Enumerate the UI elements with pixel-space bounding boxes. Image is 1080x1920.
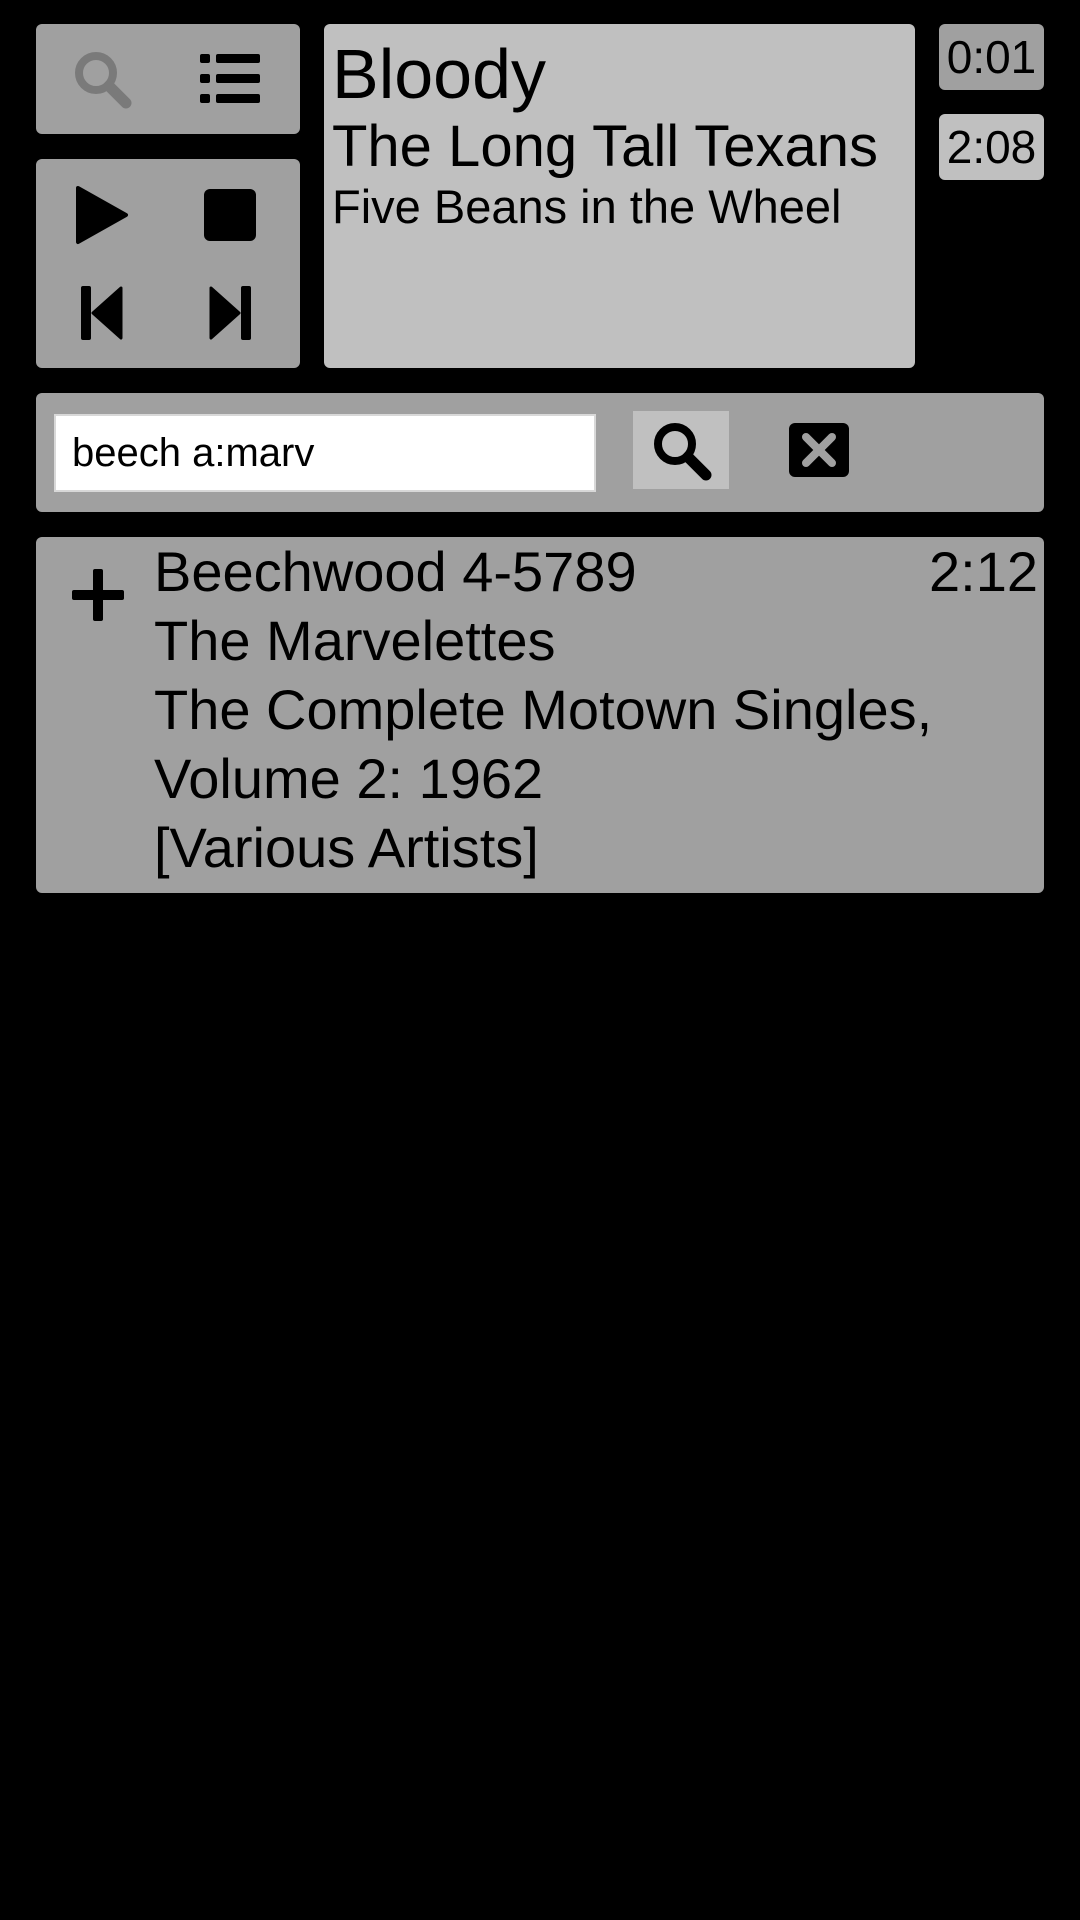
- view-switcher: [36, 24, 300, 134]
- result-artist: The Marvelettes: [154, 609, 556, 672]
- search-icon: [75, 52, 132, 109]
- skip-previous-icon: [81, 286, 123, 340]
- play-button[interactable]: [58, 171, 146, 259]
- stop-button[interactable]: [186, 171, 274, 259]
- transport-controls: [36, 159, 300, 368]
- stop-icon: [204, 189, 256, 241]
- result-duration: 2:12: [929, 540, 1038, 603]
- search-icon: [654, 423, 712, 481]
- result-album-line: The Complete Motown Singles,: [154, 678, 933, 741]
- skip-next-icon: [209, 286, 251, 340]
- track-duration: 2:08: [939, 114, 1044, 180]
- result-title: Beechwood 4-5789: [154, 540, 637, 603]
- previous-track-button[interactable]: [58, 269, 146, 357]
- now-playing-panel: Bloody The Long Tall Texans Five Beans i…: [324, 24, 915, 368]
- next-track-button[interactable]: [186, 269, 274, 357]
- playlist-view-button[interactable]: [186, 39, 274, 119]
- search-submit-button[interactable]: [633, 411, 729, 489]
- clear-search-button[interactable]: [771, 411, 867, 489]
- close-box-icon: [789, 423, 849, 477]
- now-playing-artist: The Long Tall Texans: [332, 114, 879, 179]
- search-bar: [36, 393, 1044, 512]
- elapsed-time[interactable]: 0:01: [939, 24, 1044, 90]
- add-to-playlist-button[interactable]: [58, 555, 138, 635]
- list-icon: [200, 54, 260, 103]
- result-row[interactable]: Beechwood 4-5789 2:12 The Marvelettes Th…: [36, 537, 1044, 893]
- search-view-button[interactable]: [58, 39, 146, 119]
- now-playing-title: Bloody: [332, 35, 547, 113]
- result-album-line: Volume 2: 1962: [154, 747, 544, 810]
- result-album-line: [Various Artists]: [154, 816, 539, 879]
- search-input[interactable]: [54, 414, 596, 492]
- add-icon: [72, 569, 124, 621]
- now-playing-album: Five Beans in the Wheel: [332, 180, 842, 233]
- play-icon: [76, 186, 128, 244]
